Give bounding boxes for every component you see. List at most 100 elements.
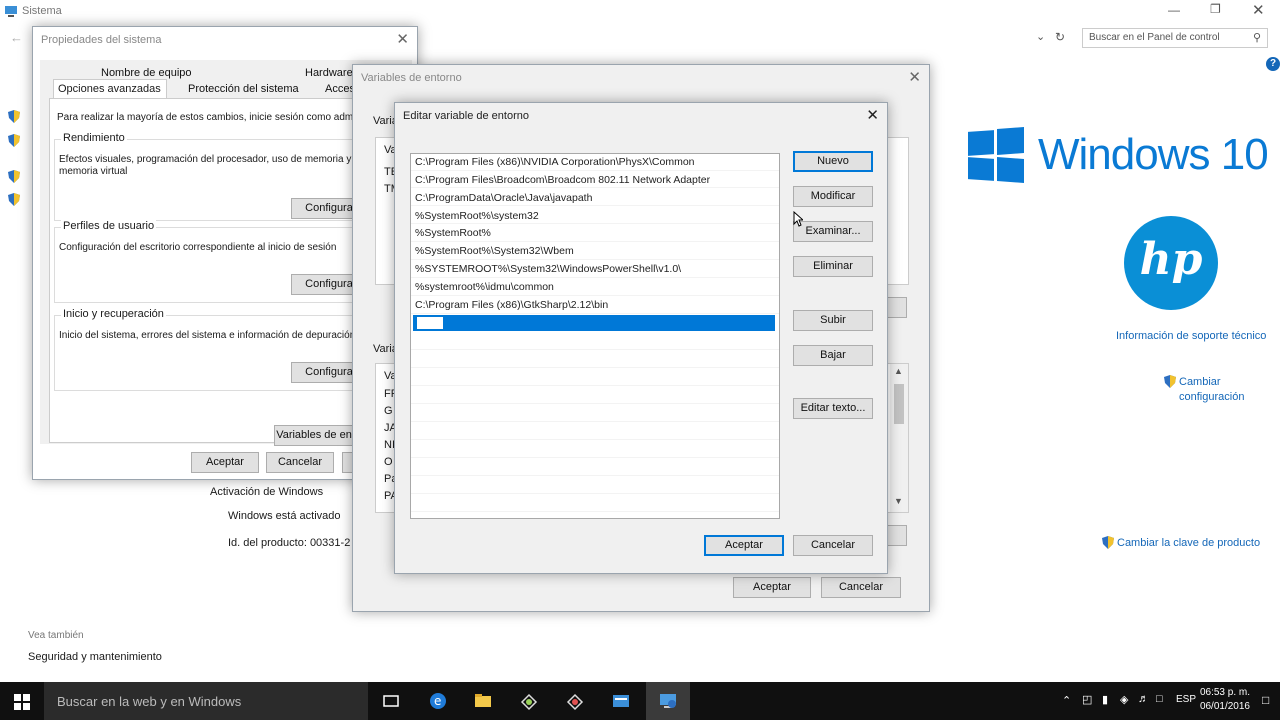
move-up-button[interactable]: Subir [793,310,873,331]
scrollbar-thumb[interactable] [894,384,904,424]
list-item[interactable]: %SystemRoot%\system32 [415,208,539,225]
list-item[interactable]: %systemroot%\idmu\common [415,279,554,296]
startup-recovery-group: Inicio y recuperación Inicio del sistema… [54,308,402,391]
new-button[interactable]: Nuevo [793,151,873,172]
path-list[interactable]: C:\Program Files (x86)\NVIDIA Corporatio… [410,153,780,519]
tab-hardware[interactable]: Hardware [305,67,353,79]
activation-status: Windows está activado [228,510,341,522]
dialog-title: Variables de entorno [361,72,462,84]
app-icon[interactable] [518,690,540,712]
shield-icon [8,193,20,206]
list-item[interactable]: C:\Program Files (x86)\GtkSharp\2.12\bin [415,297,608,314]
dialog-title: Editar variable de entorno [403,110,529,122]
cancel-button[interactable]: Cancelar [821,577,901,598]
taskbar-search-placeholder: Buscar en la web y en Windows [57,694,242,709]
language-indicator[interactable]: ESP [1176,694,1196,705]
environment-variables-button[interactable]: Variables de en [274,425,354,446]
search-icon: ⚲ [1252,32,1261,44]
mouse-cursor-icon [793,211,803,227]
security-maintenance-link[interactable]: Seguridad y mantenimiento [28,651,162,663]
chevron-down-icon: ▼ [894,496,903,506]
notification-icon[interactable]: □ [1156,693,1163,705]
back-arrow-icon[interactable]: ← [10,30,23,45]
maximize-button[interactable]: ❐ [1210,2,1221,16]
app2-icon[interactable] [564,690,586,712]
search-input[interactable]: Buscar en el Panel de control ⚲ [1082,28,1268,48]
hp-logo: hp [1124,216,1218,310]
tab-advanced[interactable]: Opciones avanzadas [53,79,167,99]
activation-header: Activación de Windows [210,486,324,498]
tab-system-protection[interactable]: Protección del sistema [188,83,299,95]
accept-button[interactable]: Aceptar [733,577,811,598]
accept-button[interactable]: Aceptar [704,535,784,556]
edit-text-button[interactable]: Editar texto... [793,398,873,419]
wifi-icon[interactable]: ◈ [1120,693,1128,706]
action-center-icon[interactable]: □ [1262,693,1269,707]
see-also-label: Vea también [28,630,84,641]
dialog-title: Propiedades del sistema [41,34,162,46]
close-icon[interactable]: ✕ [908,68,921,86]
list-item[interactable]: %SystemRoot% [415,225,491,242]
task-view-icon[interactable] [380,690,402,712]
user-profiles-group: Perfiles de usuario Configuración del es… [54,220,402,303]
list-item[interactable]: C:\Program Files\Broadcom\Broadcom 802.1… [415,172,710,189]
window-title: Sistema [22,5,62,17]
list-item[interactable]: C:\Program Files (x86)\NVIDIA Corporatio… [415,154,695,171]
file-explorer-icon[interactable] [472,690,494,712]
taskbar: Buscar en la web y en Windows e ⌃ ◰ ▮ ◈ … [0,682,1280,720]
delete-button[interactable]: Eliminar [793,256,873,277]
svg-text:e: e [434,694,441,708]
admin-note: Para realizar la mayoría de estos cambio… [57,112,356,123]
move-down-button[interactable]: Bajar [793,345,873,366]
tab-remote[interactable]: Acces [325,83,355,95]
taskbar-search[interactable]: Buscar en la web y en Windows [44,682,368,720]
change-config-link-2[interactable]: configuración [1179,391,1244,403]
shield-icon [8,170,20,183]
start-button[interactable] [0,682,44,720]
clock[interactable]: 06:53 p. m. 06/01/2016 [1200,686,1250,714]
close-button[interactable]: ✕ [1252,1,1265,19]
app3-icon[interactable] [610,690,632,712]
performance-desc: Efectos visuales, programación del proce… [59,154,352,165]
user-profiles-label: Perfiles de usuario [61,220,157,232]
accept-button[interactable]: Aceptar [191,452,259,473]
search-placeholder: Buscar en el Panel de control [1089,32,1220,43]
shield-icon [8,134,20,147]
help-icon[interactable]: ? [1266,57,1280,71]
list-item[interactable]: C:\ProgramData\Oracle\Java\javapath [415,190,592,207]
cancel-button[interactable]: Cancelar [266,452,334,473]
chevron-up-icon[interactable]: ⌃ [1062,694,1071,707]
time: 06:53 p. m. [1199,687,1250,698]
control-panel-icon[interactable] [657,690,679,712]
performance-desc-2: memoria virtual [59,166,128,177]
tab-computer-name[interactable]: Nombre de equipo [101,67,192,79]
shield-icon [8,110,20,123]
performance-group: Rendimiento Efectos visuales, programaci… [54,132,402,221]
windows-logo-icon [968,127,1024,183]
browse-button[interactable]: Examinar... [793,221,873,242]
network-icon[interactable]: ◰ [1082,693,1092,706]
modify-button[interactable]: Modificar [793,186,873,207]
list-item[interactable]: %SystemRoot%\System32\Wbem [415,243,574,260]
scrollbar[interactable]: ▲ ▼ [890,364,908,512]
change-product-key-link[interactable]: Cambiar la clave de producto [1117,537,1260,549]
new-path-input[interactable] [416,316,444,330]
change-config-link[interactable]: Cambiar [1179,376,1221,388]
cancel-button[interactable]: Cancelar [793,535,873,556]
list-item[interactable]: %SYSTEMROOT%\System32\WindowsPowerShell\… [415,261,681,278]
selected-list-item[interactable] [413,315,775,331]
user-profiles-desc: Configuración del escritorio correspondi… [59,242,337,253]
close-icon[interactable]: ✕ [396,30,409,48]
edge-icon[interactable]: e [427,690,449,712]
shield-icon [1102,536,1114,549]
chevron-down-icon[interactable]: ⌄ [1036,30,1045,43]
minimize-button[interactable]: — [1168,3,1180,17]
windows-edition: Windows 10 [1038,130,1269,179]
windows-start-icon [14,694,30,710]
refresh-icon[interactable]: ↻ [1055,30,1065,44]
close-icon[interactable]: ✕ [866,106,879,124]
battery-icon[interactable]: ▮ [1102,693,1108,706]
support-info-link[interactable]: Información de soporte técnico [1116,330,1266,342]
startup-recovery-label: Inicio y recuperación [61,308,166,320]
volume-icon[interactable]: ♬ [1138,693,1149,705]
